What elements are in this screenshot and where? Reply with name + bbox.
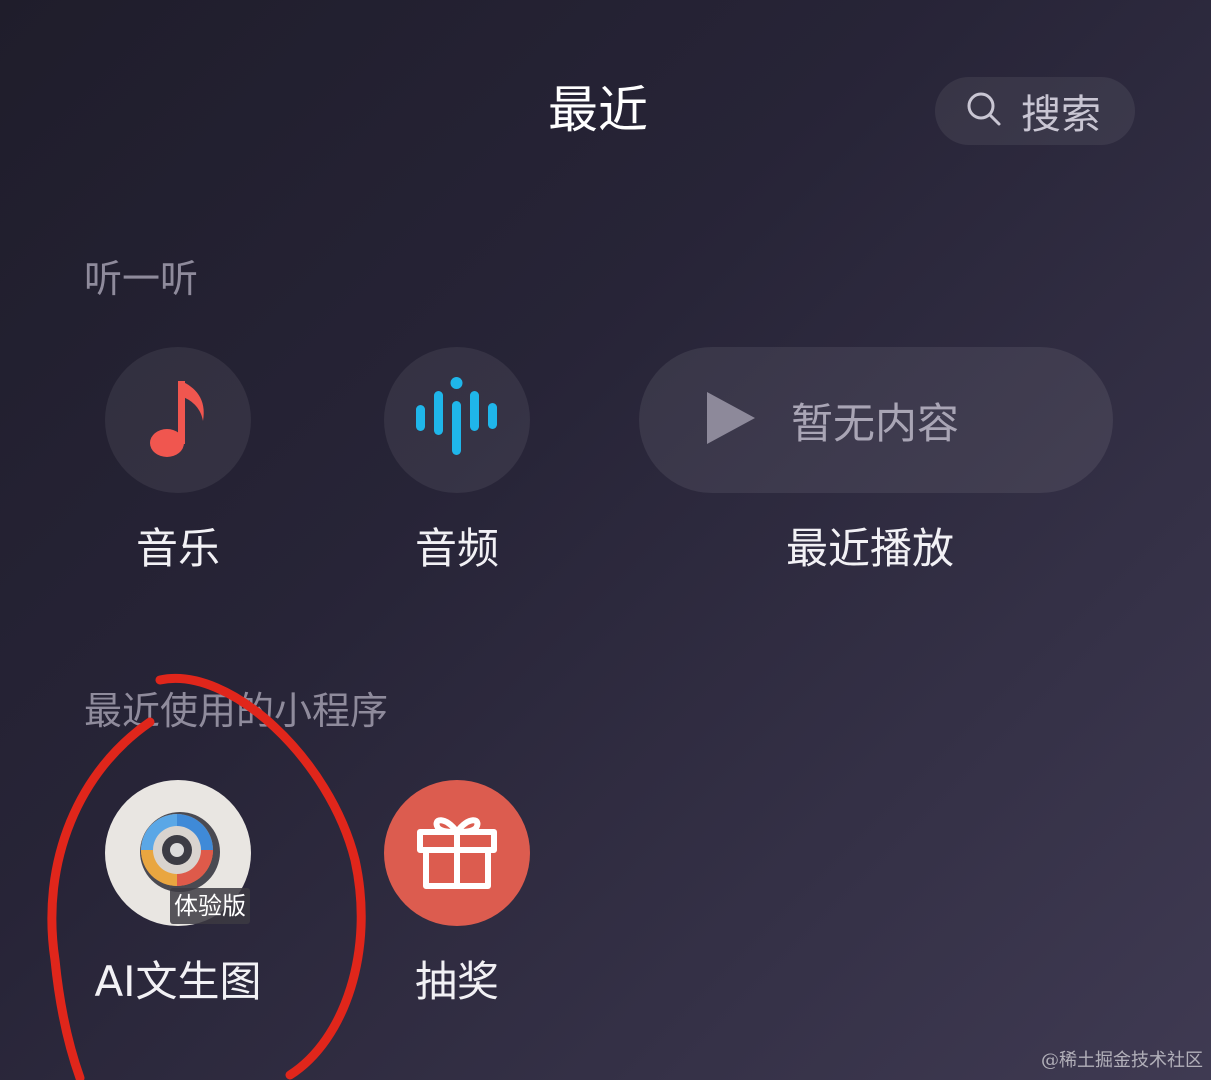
section-title-listen: 听一听 — [84, 257, 199, 301]
audio-wave-icon — [412, 373, 502, 467]
audio-label: 音频 — [414, 524, 499, 573]
lottery-label: 抽奖 — [414, 957, 499, 1006]
music-note-icon — [143, 373, 213, 467]
recent-play-label: 最近播放 — [785, 524, 954, 573]
recent-play-card[interactable]: 暂无内容 — [639, 347, 1113, 493]
empty-text: 暂无内容 — [791, 398, 960, 448]
trial-version-badge: 体验版 — [170, 888, 250, 924]
music-button[interactable] — [105, 347, 251, 493]
play-icon — [705, 390, 757, 450]
ai-text-to-image-label: AI文生图 — [94, 957, 262, 1006]
search-button[interactable]: 搜索 — [935, 77, 1135, 145]
audio-button[interactable] — [384, 347, 530, 493]
gift-icon — [384, 817, 530, 926]
watermark: @稀土掘金技术社区 — [1041, 1050, 1203, 1071]
search-label: 搜索 — [1021, 92, 1101, 138]
search-icon — [965, 90, 1003, 132]
section-title-mini-programs: 最近使用的小程序 — [84, 689, 389, 733]
music-label: 音乐 — [135, 524, 220, 573]
lottery-app[interactable] — [384, 780, 530, 926]
